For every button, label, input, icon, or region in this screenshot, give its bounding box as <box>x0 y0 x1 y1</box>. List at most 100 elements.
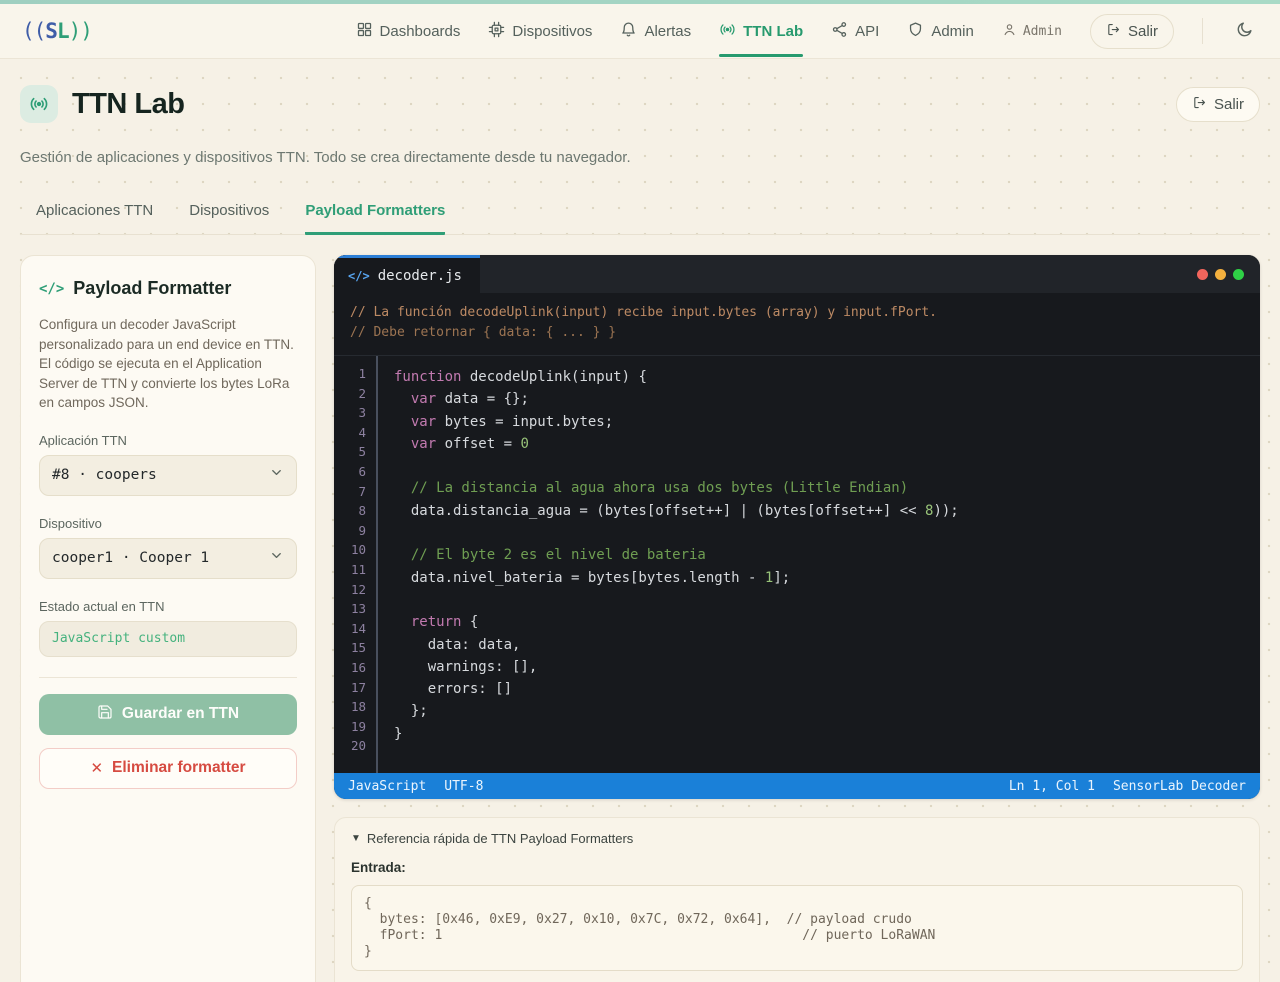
traffic-yellow-dot <box>1215 269 1226 280</box>
ttn-lab-icon <box>20 85 58 123</box>
save-label: Guardar en TTN <box>122 705 239 723</box>
tab-dispositivos[interactable]: Dispositivos <box>189 194 269 234</box>
entrada-label: Entrada: <box>351 860 1243 875</box>
nav-label: Dispositivos <box>512 23 592 40</box>
code-editor: </> decoder.js // La función decodeUplin… <box>334 255 1260 799</box>
line-number: 1 <box>334 364 366 384</box>
code-icon: </> <box>39 281 64 297</box>
save-icon <box>97 704 113 725</box>
device-select[interactable]: cooper1 · Cooper 1 <box>39 538 297 579</box>
logout-label: Salir <box>1214 96 1244 113</box>
app-logo[interactable]: ((SL)) <box>22 19 92 43</box>
bell-icon <box>620 21 637 42</box>
user-icon <box>1002 22 1017 41</box>
triangle-down-icon: ▼ <box>351 833 361 844</box>
editor-tab-name: decoder.js <box>378 268 462 284</box>
logo-s: S <box>45 19 57 43</box>
nav-item-admin[interactable]: Admin <box>907 15 974 48</box>
broadcast-icon <box>719 21 736 42</box>
line-number: 18 <box>334 697 366 717</box>
card-description: Configura un decoder JavaScript personal… <box>39 315 297 413</box>
code-line <box>394 455 1260 477</box>
logo-l: L <box>57 19 69 43</box>
line-number: 7 <box>334 482 366 502</box>
traffic-lights <box>1197 269 1260 280</box>
code-line: data: data, <box>394 634 1260 656</box>
user-badge: Admin <box>1002 22 1062 41</box>
code-line: errors: [] <box>394 678 1260 700</box>
nav-label: Alertas <box>644 23 691 40</box>
line-number: 12 <box>334 580 366 600</box>
code-line: data.nivel_bateria = bytes[bytes.length … <box>394 567 1260 589</box>
state-label: Estado actual en TTN <box>39 599 297 614</box>
line-number: 11 <box>334 560 366 580</box>
chip-icon <box>488 21 505 42</box>
line-number: 8 <box>334 501 366 521</box>
user-name: Admin <box>1023 24 1062 39</box>
delete-formatter-button[interactable]: ✕ Eliminar formatter <box>39 748 297 789</box>
card-title: Payload Formatter <box>73 278 231 299</box>
nav-item-ttn-lab[interactable]: TTN Lab <box>719 15 803 48</box>
code-line: }; <box>394 700 1260 722</box>
editor-tab-decoder-js[interactable]: </> decoder.js <box>334 255 480 293</box>
status-encoding: UTF-8 <box>444 779 483 794</box>
line-number: 13 <box>334 599 366 619</box>
line-number: 10 <box>334 540 366 560</box>
code-line: warnings: [], <box>394 656 1260 678</box>
dark-mode-toggle[interactable] <box>1231 16 1258 46</box>
status-decoder-name: SensorLab Decoder <box>1113 779 1246 794</box>
logo-paren-right: )) <box>69 19 92 43</box>
chevron-down-icon <box>269 465 284 485</box>
share-icon <box>831 21 848 42</box>
status-cursor-position: Ln 1, Col 1 <box>1009 779 1095 794</box>
state-value-field: JavaScript custom <box>39 621 297 657</box>
editor-tabbar: </> decoder.js <box>334 255 1260 293</box>
line-number: 15 <box>334 638 366 658</box>
gutter: 1234567891011121314151617181920 <box>334 356 378 773</box>
page-subtitle: Gestión de aplicaciones y dispositivos T… <box>20 149 1260 166</box>
line-number: 2 <box>334 384 366 404</box>
reference-summary-label: Referencia rápida de TTN Payload Formatt… <box>367 831 633 846</box>
header-logout-button[interactable]: Salir <box>1176 87 1260 122</box>
navbar: ((SL)) Dashboards Dispositivos Alertas T… <box>0 4 1280 59</box>
page-header: TTN Lab Salir <box>20 85 1260 123</box>
close-icon: ✕ <box>90 759 103 777</box>
line-number: 4 <box>334 423 366 443</box>
code-line: var offset = 0 <box>394 433 1260 455</box>
status-language: JavaScript <box>348 779 426 794</box>
editor-body[interactable]: 1234567891011121314151617181920 function… <box>334 356 1260 773</box>
nav-item-alertas[interactable]: Alertas <box>620 15 691 48</box>
app-select[interactable]: #8 · coopers <box>39 455 297 496</box>
line-number: 5 <box>334 442 366 462</box>
code-line: function decodeUplink(input) { <box>394 366 1260 388</box>
logo-paren-left: (( <box>22 19 45 43</box>
delete-label: Eliminar formatter <box>112 759 246 777</box>
line-number: 16 <box>334 658 366 678</box>
code-line: } <box>394 723 1260 745</box>
line-number: 17 <box>334 678 366 698</box>
nav-item-api[interactable]: API <box>831 15 879 48</box>
editor-statusbar: JavaScript UTF-8 Ln 1, Col 1 SensorLab D… <box>334 773 1260 799</box>
line-number: 9 <box>334 521 366 541</box>
device-select-value: cooper1 · Cooper 1 <box>52 550 209 566</box>
save-button[interactable]: Guardar en TTN <box>39 694 297 735</box>
code-line: var data = {}; <box>394 388 1260 410</box>
line-number: 20 <box>334 736 366 756</box>
app-select-label: Aplicación TTN <box>39 433 297 448</box>
code-line: data.distancia_agua = (bytes[offset++] |… <box>394 500 1260 522</box>
entrada-code: { bytes: [0x46, 0xE9, 0x27, 0x10, 0x7C, … <box>351 885 1243 971</box>
nav-logout-button[interactable]: Salir <box>1090 14 1174 49</box>
logout-icon <box>1106 22 1121 41</box>
code-lines[interactable]: function decodeUplink(input) { var data … <box>378 356 1260 773</box>
line-number: 3 <box>334 403 366 423</box>
tab-aplicaciones-ttn[interactable]: Aplicaciones TTN <box>36 194 153 234</box>
traffic-red-dot <box>1197 269 1208 280</box>
reference-summary[interactable]: ▼ Referencia rápida de TTN Payload Forma… <box>351 831 1243 846</box>
grid-icon <box>356 21 373 42</box>
nav-item-dispositivos[interactable]: Dispositivos <box>488 15 592 48</box>
shield-icon <box>907 21 924 42</box>
tab-payload-formatters[interactable]: Payload Formatters <box>305 194 445 235</box>
page-title: TTN Lab <box>72 88 185 121</box>
nav-item-dashboards[interactable]: Dashboards <box>356 15 461 48</box>
header-comment-line: // Debe retornar { data: { ... } } <box>350 323 1244 343</box>
